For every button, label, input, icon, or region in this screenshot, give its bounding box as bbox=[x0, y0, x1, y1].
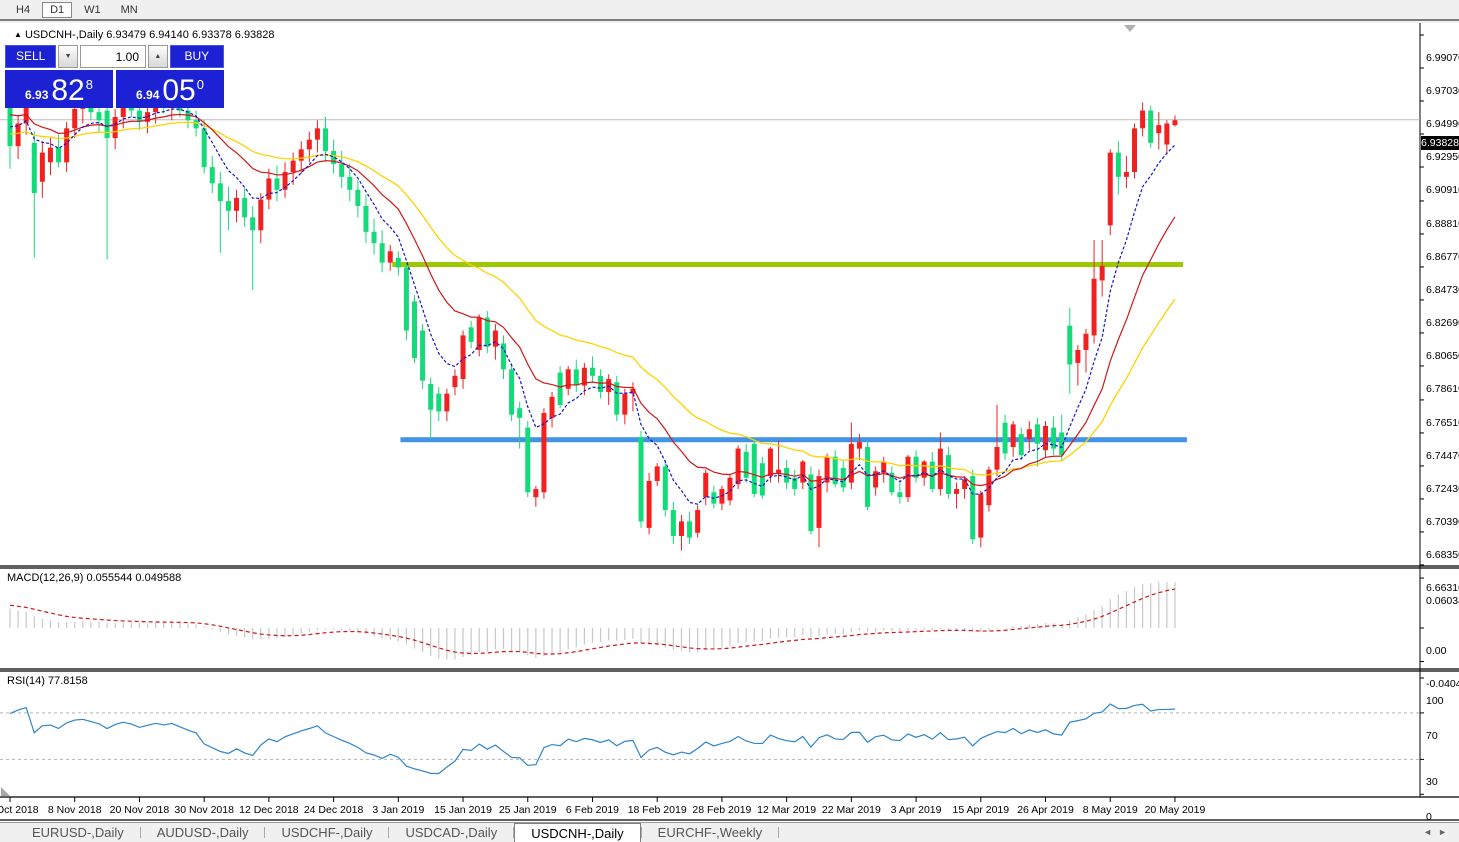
timeframe-button-w1[interactable]: W1 bbox=[76, 2, 109, 18]
date-axis-label: 20 May 2019 bbox=[1144, 804, 1206, 816]
symbol-tab-bar: EURUSD-,Daily AUDUSD-,Daily USDCHF-,Daily U… bbox=[0, 822, 1459, 842]
macd-axis-label: -0.040415 bbox=[1426, 678, 1459, 691]
date-axis-label: 15 Apr 2019 bbox=[952, 804, 1010, 816]
sell-price-big: 82 bbox=[51, 74, 85, 107]
ohlc-low: 6.93378 bbox=[191, 29, 232, 41]
collapse-icon[interactable]: ▲ bbox=[14, 30, 22, 39]
chart-tab-usdcad-daily[interactable]: USDCAD-,Daily bbox=[389, 823, 513, 842]
price-axis-label: 6.80650 bbox=[1426, 349, 1459, 362]
buy-price-sup: 0 bbox=[196, 77, 204, 92]
price-axis-label: 6.82690 bbox=[1426, 316, 1459, 329]
date-axis-label: 3 Apr 2019 bbox=[890, 804, 942, 816]
sell-price-sup: 8 bbox=[85, 77, 93, 92]
current-price-tag: 6.93828 bbox=[1421, 135, 1459, 150]
ohlc-high: 6.94140 bbox=[149, 29, 189, 41]
price-axis-label: 6.86770 bbox=[1426, 250, 1459, 263]
chart-area[interactable]: ▲ USDCNH-,Daily 6.93479 6.94140 6.93378 … bbox=[0, 23, 1459, 823]
timeframe-toolbar: H4 D1 W1 MN bbox=[0, 0, 1459, 21]
price-axis-label: 6.88810 bbox=[1426, 217, 1459, 230]
volume-decrease-button[interactable]: ▼ bbox=[58, 45, 79, 68]
chart-tab-usdcnh-daily[interactable]: USDCNH-,Daily bbox=[514, 823, 641, 842]
date-axis-label: 26 Apr 2019 bbox=[1017, 804, 1074, 816]
price-axis-label: 6.99070 bbox=[1426, 52, 1459, 64]
price-axis-label: 6.84730 bbox=[1426, 283, 1459, 296]
ohlc-close: 6.93828 bbox=[234, 29, 275, 41]
rsi-axis-label: 100 bbox=[1426, 695, 1444, 707]
macd-axis-label: 0.060342 bbox=[1426, 595, 1459, 608]
sell-price-small: 6.93 bbox=[25, 88, 49, 102]
buy-price-small: 6.94 bbox=[136, 88, 160, 102]
price-axis-label: 6.70390 bbox=[1426, 515, 1459, 528]
date-axis-label: 6 Feb 2019 bbox=[565, 804, 620, 816]
volume-input[interactable] bbox=[80, 45, 147, 68]
date-axis-label: 20 Nov 2018 bbox=[109, 804, 170, 816]
date-axis-label: 24 Dec 2018 bbox=[303, 804, 364, 816]
buy-button[interactable]: BUY bbox=[169, 45, 224, 68]
price-axis-label: 6.78610 bbox=[1426, 382, 1459, 395]
price-axis-label: 6.97030 bbox=[1426, 84, 1459, 97]
date-axis-label: 30 Nov 2018 bbox=[174, 804, 234, 816]
date-axis-label: 8 May 2019 bbox=[1082, 804, 1138, 816]
timeframe-button-h4[interactable]: H4 bbox=[8, 2, 38, 18]
one-click-trade-panel: SELL ▼ ▲ BUY 6.93 82 8 6.94 05 0 bbox=[5, 45, 224, 108]
date-axis-label: 28 Feb 2019 bbox=[692, 804, 752, 816]
macd-indicator-label: MACD(12,26,9) 0.055544 0.049588 bbox=[7, 572, 182, 584]
chart-tab-audusd-daily[interactable]: AUDUSD-,Daily bbox=[141, 823, 265, 842]
chart-tab-eurusd-daily[interactable]: EURUSD-,Daily bbox=[16, 823, 140, 842]
date-axis-label: 15 Jan 2019 bbox=[434, 804, 492, 816]
price-axis-label: 6.72430 bbox=[1426, 482, 1459, 495]
date-axis-label: 29 Oct 2018 bbox=[0, 804, 39, 816]
price-axis-label: 6.94990 bbox=[1426, 117, 1459, 130]
price-chart-canvas[interactable] bbox=[0, 23, 1459, 822]
price-axis-label: 6.66310 bbox=[1426, 581, 1459, 594]
date-axis-label: 8 Nov 2018 bbox=[47, 804, 102, 816]
date-axis-label: 3 Jan 2019 bbox=[372, 804, 425, 816]
rsi-axis-label: 30 bbox=[1426, 776, 1438, 789]
volume-increase-button[interactable]: ▲ bbox=[148, 45, 168, 68]
sell-button[interactable]: SELL bbox=[5, 45, 57, 68]
rsi-axis-label: 70 bbox=[1426, 729, 1438, 742]
date-axis-label: 12 Mar 2019 bbox=[757, 804, 817, 816]
date-axis-label: 12 Dec 2018 bbox=[239, 804, 299, 816]
tab-scroll-right-icon[interactable]: ► bbox=[1438, 827, 1453, 837]
tab-scroll-left-icon[interactable]: ◄ bbox=[1423, 827, 1438, 837]
date-axis-label: 22 Mar 2019 bbox=[821, 804, 881, 816]
tab-scroll-arrows[interactable]: ◄► bbox=[1423, 827, 1453, 837]
date-axis-label: 18 Feb 2019 bbox=[627, 804, 687, 816]
price-axis-label: 6.76510 bbox=[1426, 416, 1459, 429]
price-axis-label: 6.92950 bbox=[1426, 150, 1459, 163]
chart-header: ▲ USDCNH-,Daily 6.93479 6.94140 6.93378 … bbox=[14, 29, 275, 41]
chart-tab-eurchf-weekly[interactable]: EURCHF-,Weekly bbox=[642, 823, 779, 842]
price-axis-label: 6.74470 bbox=[1426, 449, 1459, 462]
rsi-indicator-label: RSI(14) 77.8158 bbox=[7, 675, 88, 687]
ohlc-open: 6.93479 bbox=[106, 29, 147, 41]
sell-price-box[interactable]: 6.93 82 8 bbox=[5, 70, 113, 108]
price-axis-label: 6.90910 bbox=[1426, 183, 1459, 196]
tab-separator bbox=[778, 827, 780, 838]
timeframe-button-mn[interactable]: MN bbox=[113, 2, 146, 18]
timeframe-button-d1[interactable]: D1 bbox=[42, 1, 73, 18]
date-axis-label: 25 Jan 2019 bbox=[498, 804, 557, 816]
buy-price-box[interactable]: 6.94 05 0 bbox=[116, 70, 224, 108]
chart-symbol-label: USDCNH-,Daily bbox=[24, 29, 104, 41]
chart-tab-usdchf-daily[interactable]: USDCHF-,Daily bbox=[265, 823, 388, 842]
terminal-window: H4 D1 W1 MN ▲ USDCNH-,Daily 6.93479 6.94140… bbox=[0, 0, 1459, 842]
macd-axis-label: 0.00 bbox=[1426, 645, 1447, 657]
buy-price-big: 05 bbox=[162, 74, 196, 107]
price-axis-label: 6.68350 bbox=[1426, 548, 1459, 561]
